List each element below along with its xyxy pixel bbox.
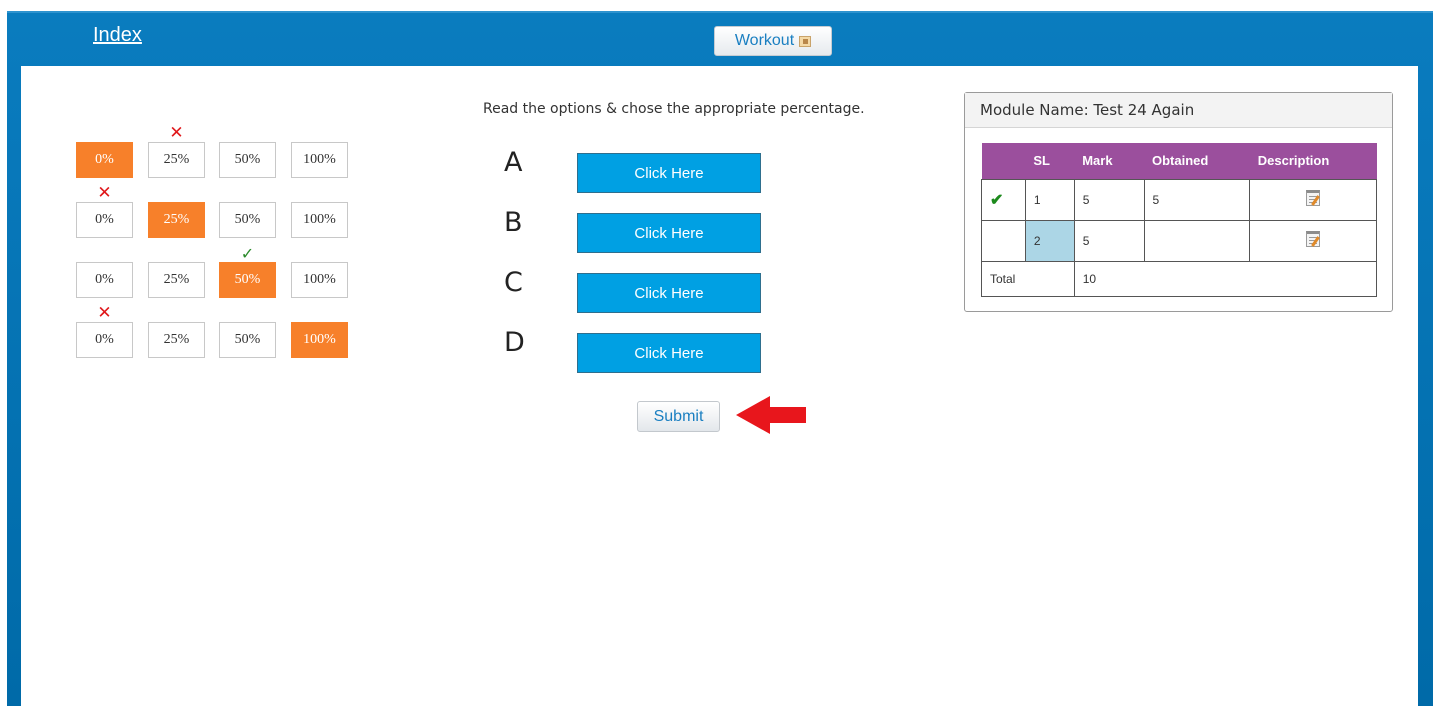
mark-cell: 5 [1073, 219, 1145, 262]
percent-option-25[interactable]: 25% [148, 262, 205, 298]
table-header-row: SL Mark Obtained Description [981, 143, 1377, 179]
wrong-mark-icon: ✕ [97, 303, 112, 323]
red-arrow-icon [736, 396, 806, 434]
percent-option-50[interactable]: 50% [219, 262, 276, 298]
obtained-cell [1143, 219, 1251, 262]
module-panel: Module Name: Test 24 Again SL Mark Obtai… [964, 92, 1393, 312]
column-header-obtained: Obtained [1144, 143, 1250, 179]
status-cell [981, 219, 1026, 262]
column-header-sl: SL [1025, 143, 1075, 179]
option-a-button[interactable]: Click Here [577, 153, 761, 193]
percent-option-25[interactable]: 25% [148, 142, 205, 178]
obtained-cell: 5 [1143, 178, 1251, 221]
status-cell: ✔ [981, 178, 1026, 221]
percent-option-0[interactable]: 0% [76, 322, 133, 358]
total-label: Total [981, 260, 1075, 297]
description-cell [1249, 178, 1377, 221]
wrong-mark-icon: ✕ [169, 123, 184, 143]
option-letter-a: A [504, 147, 523, 178]
total-row: Total 10 [981, 260, 1378, 297]
percent-option-100[interactable]: 100% [291, 322, 348, 358]
module-title: Module Name: Test 24 Again [965, 93, 1392, 128]
module-table: SL Mark Obtained Description ✔ 1 5 5 2 5… [981, 143, 1378, 297]
percent-option-50[interactable]: 50% [219, 142, 276, 178]
sl-cell: 2 [1024, 219, 1075, 262]
percent-option-0[interactable]: 0% [76, 202, 133, 238]
percent-option-100[interactable]: 100% [291, 202, 348, 238]
percent-option-100[interactable]: 100% [291, 142, 348, 178]
percent-option-25[interactable]: 25% [148, 322, 205, 358]
index-link[interactable]: Index [93, 24, 142, 47]
notepad-icon[interactable] [1306, 190, 1321, 206]
instruction-text: Read the options & chose the appropriate… [483, 101, 865, 117]
percent-option-25[interactable]: 25% [148, 202, 205, 238]
sl-cell: 1 [1024, 178, 1075, 221]
check-mark-icon: ✓ [240, 244, 255, 263]
column-header-mark: Mark [1074, 143, 1144, 179]
column-header-description: Description [1249, 143, 1377, 179]
wrong-mark-icon: ✕ [97, 183, 112, 203]
mark-cell: 5 [1073, 178, 1145, 221]
option-letter-d: D [504, 327, 525, 358]
workout-button[interactable]: Workout [714, 26, 832, 56]
percent-option-0[interactable]: 0% [76, 262, 133, 298]
submit-button[interactable]: Submit [637, 401, 720, 432]
table-row: ✔ 1 5 5 [981, 178, 1377, 221]
total-value: 10 [1073, 260, 1378, 297]
main-content: ✕ 0% 25% 50% 100% ✕ 0% 25% 50% 100% ✓ 0%… [21, 66, 1418, 706]
option-d-button[interactable]: Click Here [577, 333, 761, 373]
app-frame: Index Workout ✕ 0% 25% 50% 100% ✕ 0% 25%… [7, 11, 1433, 706]
column-header-status [981, 143, 1026, 179]
percent-option-50[interactable]: 50% [219, 322, 276, 358]
edit-icon [799, 35, 812, 47]
percent-option-50[interactable]: 50% [219, 202, 276, 238]
option-letter-b: B [504, 207, 523, 238]
option-c-button[interactable]: Click Here [577, 273, 761, 313]
option-b-button[interactable]: Click Here [577, 213, 761, 253]
notepad-icon[interactable] [1306, 231, 1321, 247]
workout-button-label: Workout [734, 32, 795, 49]
check-icon: ✔ [990, 191, 1004, 209]
percent-option-0[interactable]: 0% [76, 142, 133, 178]
option-letter-c: C [504, 267, 523, 298]
description-cell [1249, 219, 1377, 262]
percent-option-100[interactable]: 100% [291, 262, 348, 298]
table-row: 2 5 [981, 219, 1377, 262]
